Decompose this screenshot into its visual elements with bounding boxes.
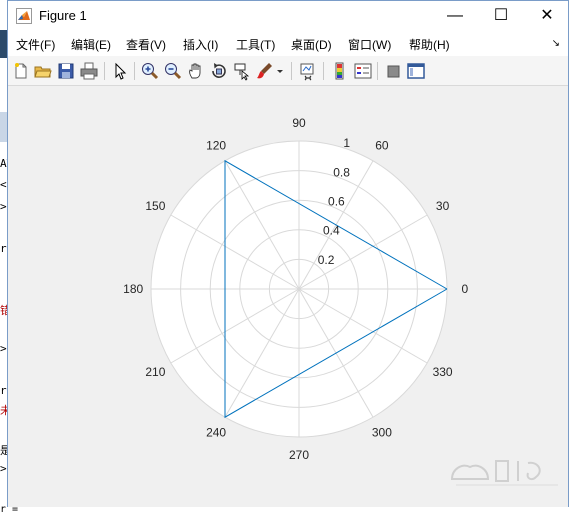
toolbar-separator [104, 62, 105, 80]
r-tick-label: 0.4 [323, 224, 340, 238]
theta-tick-label: 30 [436, 199, 450, 213]
r-tick-label: 1 [343, 136, 350, 150]
pointer-icon[interactable] [110, 61, 130, 81]
menu-file[interactable]: 文件(F) [16, 36, 55, 53]
menu-view[interactable]: 查看(V) [126, 36, 166, 53]
window-title: Figure 1 [39, 8, 87, 23]
maximize-button[interactable]: ☐ [478, 1, 524, 32]
theta-tick-label: 60 [375, 138, 389, 152]
polar-plot[interactable]: 0 30 60 90 120 150 180 210 240 270 300 330 0.2 0.4 0.6… [8, 86, 568, 507]
figure-toolbar [8, 56, 568, 86]
title-bar[interactable]: Figure 1 — ☐ ✕ [8, 1, 568, 32]
brush-icon[interactable] [255, 61, 275, 81]
print-icon[interactable] [79, 61, 99, 81]
r-tick-label: 0.8 [333, 165, 350, 179]
toolbar-separator [291, 62, 292, 80]
show-plot-tools-icon[interactable] [406, 61, 426, 81]
matlab-logo-icon [16, 8, 32, 24]
link-plot-icon[interactable] [298, 61, 318, 81]
toolbar-separator [377, 62, 378, 80]
brush-dropdown-icon[interactable] [275, 61, 285, 81]
new-figure-icon[interactable] [11, 61, 31, 81]
zoom-in-icon[interactable] [140, 61, 160, 81]
r-tick-label: 0.2 [318, 253, 335, 267]
toolbar-separator [323, 62, 324, 80]
legend-icon[interactable] [353, 61, 373, 81]
menu-help[interactable]: 帮助(H) [409, 36, 450, 53]
minimize-button[interactable]: — [432, 1, 478, 32]
dock-arrow-icon[interactable]: ↘ [552, 38, 560, 49]
theta-tick-label: 210 [145, 365, 165, 379]
open-folder-icon[interactable] [33, 61, 53, 81]
menu-desktop[interactable]: 桌面(D) [291, 36, 332, 53]
rotate-3d-icon[interactable] [209, 61, 229, 81]
theta-tick-label: 270 [289, 448, 309, 462]
theta-tick-label: 90 [292, 116, 306, 130]
zoom-out-icon[interactable] [163, 61, 183, 81]
theta-tick-label: 300 [372, 426, 392, 440]
theta-tick-label: 0 [461, 282, 468, 296]
data-cursor-icon[interactable] [232, 61, 252, 81]
r-tick-label: 0.6 [328, 195, 345, 209]
menu-insert[interactable]: 插入(I) [183, 36, 218, 53]
save-icon[interactable] [56, 61, 76, 81]
menu-tools[interactable]: 工具(T) [236, 36, 275, 53]
plot-area: 0 30 60 90 120 150 180 210 240 270 300 330 0.2 0.4 0.6… [8, 86, 568, 507]
figure-window: Figure 1 — ☐ ✕ 文件(F) 编辑(E) 查看(V) 插入(I) 工… [7, 0, 569, 507]
close-button[interactable]: ✕ [524, 1, 570, 32]
theta-tick-label: 120 [206, 138, 226, 152]
watermark [448, 451, 566, 491]
menu-window[interactable]: 窗口(W) [348, 36, 391, 53]
pan-hand-icon[interactable] [186, 61, 206, 81]
toolbar-separator [134, 62, 135, 80]
theta-tick-label: 150 [145, 199, 165, 213]
menu-edit[interactable]: 编辑(E) [71, 36, 111, 53]
theta-tick-label: 330 [433, 365, 453, 379]
theta-tick-label: 240 [206, 426, 226, 440]
menu-bar: 文件(F) 编辑(E) 查看(V) 插入(I) 工具(T) 桌面(D) 窗口(W… [8, 32, 568, 56]
hide-plot-tools-icon[interactable] [384, 61, 404, 81]
theta-tick-label: 180 [123, 282, 143, 296]
colorbar-icon[interactable] [330, 61, 350, 81]
